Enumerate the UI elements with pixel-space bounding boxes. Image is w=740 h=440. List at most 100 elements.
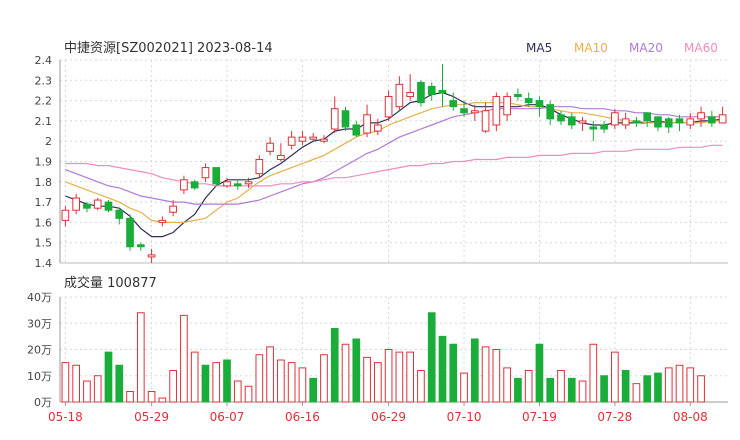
volume-tick-label: 0万 xyxy=(34,396,52,409)
candle xyxy=(201,163,210,182)
candle xyxy=(126,214,134,251)
legend-item-ma60: MA60 xyxy=(684,41,718,55)
volume-bar xyxy=(352,338,361,403)
candle-body xyxy=(104,201,113,211)
volume-title: 成交量 100877 xyxy=(64,275,157,291)
price-tick-label: 2.3 xyxy=(35,74,53,87)
candle xyxy=(632,116,641,127)
volume-bar xyxy=(395,351,404,403)
candle-body xyxy=(384,96,393,118)
volume-bar xyxy=(277,359,285,403)
candle-body xyxy=(460,108,468,114)
volume-bar xyxy=(330,328,339,403)
volume-bar xyxy=(233,380,242,403)
volume-bar xyxy=(427,312,436,403)
candle-body xyxy=(190,181,199,189)
volume-bar xyxy=(136,312,145,403)
price-tick-label: 2.1 xyxy=(35,115,53,128)
candle-body xyxy=(707,116,716,124)
volume-bar xyxy=(83,380,91,403)
price-tick-label: 1.5 xyxy=(35,237,53,250)
volume-tick-label: 30万 xyxy=(27,317,52,330)
volume-bar xyxy=(535,343,544,403)
volume-bar xyxy=(287,362,296,403)
candle xyxy=(190,179,199,190)
candle-body xyxy=(686,118,695,126)
volume-bar xyxy=(104,351,113,403)
candle xyxy=(298,131,307,146)
ma5-line xyxy=(65,91,723,238)
candle xyxy=(417,80,425,107)
volume-bar xyxy=(621,370,630,403)
x-tick-label: 06-07 xyxy=(210,410,245,424)
volume-bar xyxy=(654,372,662,403)
candle-body xyxy=(223,181,231,187)
candle-body xyxy=(373,124,382,132)
volume-bar xyxy=(341,343,350,403)
volume-bar xyxy=(546,377,555,403)
candle-body xyxy=(93,199,102,209)
candle xyxy=(406,74,415,101)
volume-tick-label: 40万 xyxy=(27,291,52,304)
candle-body xyxy=(427,85,436,96)
candle-body xyxy=(298,136,307,142)
volume-bar xyxy=(363,356,371,403)
legend-item-ma10: MA10 xyxy=(574,41,608,55)
volume-bar xyxy=(201,364,210,403)
candle-body xyxy=(600,124,608,130)
volume-bar xyxy=(115,364,124,403)
candle xyxy=(535,96,544,117)
candle-body xyxy=(621,118,630,126)
volume-bar xyxy=(643,375,652,403)
candle-body xyxy=(201,167,210,179)
candle-body xyxy=(567,116,576,126)
volume-bar xyxy=(309,377,318,403)
candle xyxy=(427,82,436,101)
price-tick-label: 2.2 xyxy=(35,95,53,108)
volume-tick-label: 20万 xyxy=(27,344,52,357)
candle xyxy=(686,112,695,130)
candle xyxy=(567,112,576,130)
candle-body xyxy=(212,167,221,185)
volume-bar xyxy=(438,335,447,403)
price-tick-label: 1.6 xyxy=(35,216,53,229)
candle-body xyxy=(535,100,544,108)
candle xyxy=(492,92,501,132)
volume-bar xyxy=(470,338,479,403)
candle-body xyxy=(320,138,328,142)
volume-bar xyxy=(298,367,307,403)
candle-body xyxy=(481,110,490,132)
candle-body xyxy=(180,179,188,191)
x-tick-label: 06-29 xyxy=(371,410,406,424)
candle-body xyxy=(654,116,662,128)
x-tick-label: 08-08 xyxy=(673,410,708,424)
volume-bar xyxy=(589,343,598,403)
price-tick-label: 1.8 xyxy=(35,176,53,189)
candle xyxy=(718,106,727,124)
volume-bar xyxy=(93,375,102,403)
volume-bar xyxy=(686,367,695,403)
candle-body xyxy=(546,104,555,120)
candle xyxy=(363,104,371,138)
candle xyxy=(180,175,188,194)
candle-body xyxy=(147,254,156,258)
volume-bar xyxy=(373,362,382,403)
candle xyxy=(320,135,328,144)
volume-y-axis: 40万 30万 20万 10万 0万 xyxy=(27,291,52,409)
date-x-axis: 05-18 05-29 06-07 06-16 06-29 07-10 07-19 07-28… xyxy=(48,402,708,424)
volume-bar xyxy=(180,314,188,403)
candle-body xyxy=(72,197,81,211)
price-tick-label: 2.4 xyxy=(35,54,53,67)
candle-body xyxy=(524,98,533,104)
price-y-axis: 2.4 2.3 2.2 2.1 2 1.9 1.8 1.7 1.6 1.5 1.4 xyxy=(35,54,53,270)
x-tick-label: 07-19 xyxy=(522,410,557,424)
candle xyxy=(664,116,673,134)
x-tick-label: 07-10 xyxy=(447,410,482,424)
volume-bar xyxy=(147,391,156,403)
candle xyxy=(158,216,167,227)
candlesticks xyxy=(61,64,727,263)
candle xyxy=(233,179,242,190)
candle xyxy=(309,133,318,142)
candle-body xyxy=(675,118,684,124)
price-tick-label: 1.9 xyxy=(35,156,53,169)
